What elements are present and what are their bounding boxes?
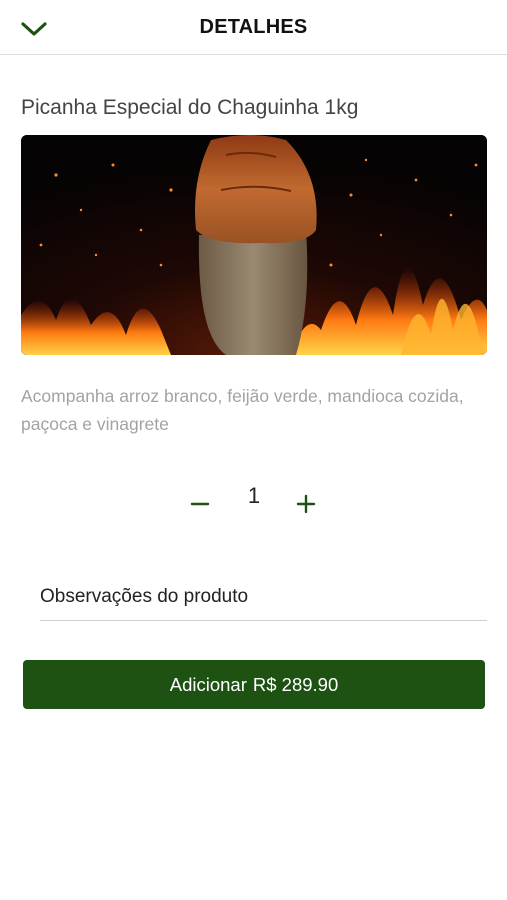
quantity-value: 1 [247,483,261,508]
minus-icon [190,502,210,506]
add-to-cart-button[interactable]: Adicionar R$ 289.90 [23,660,485,709]
plus-icon [296,494,316,514]
quantity-increase-button[interactable] [290,486,322,522]
product-image [21,135,487,355]
observations-input[interactable] [40,573,487,621]
add-button-label: Adicionar [169,673,247,695]
quantity-decrease-button[interactable] [184,486,216,522]
product-name: Picanha Especial do Chaguinha 1kg [21,96,359,119]
add-button-price: R$ 289.90 [252,673,339,695]
page-title: DETALHES [199,16,308,38]
header-bar: DETALHES [0,0,507,55]
product-description: Acompanha arroz branco, feijão verde, ma… [21,386,464,434]
